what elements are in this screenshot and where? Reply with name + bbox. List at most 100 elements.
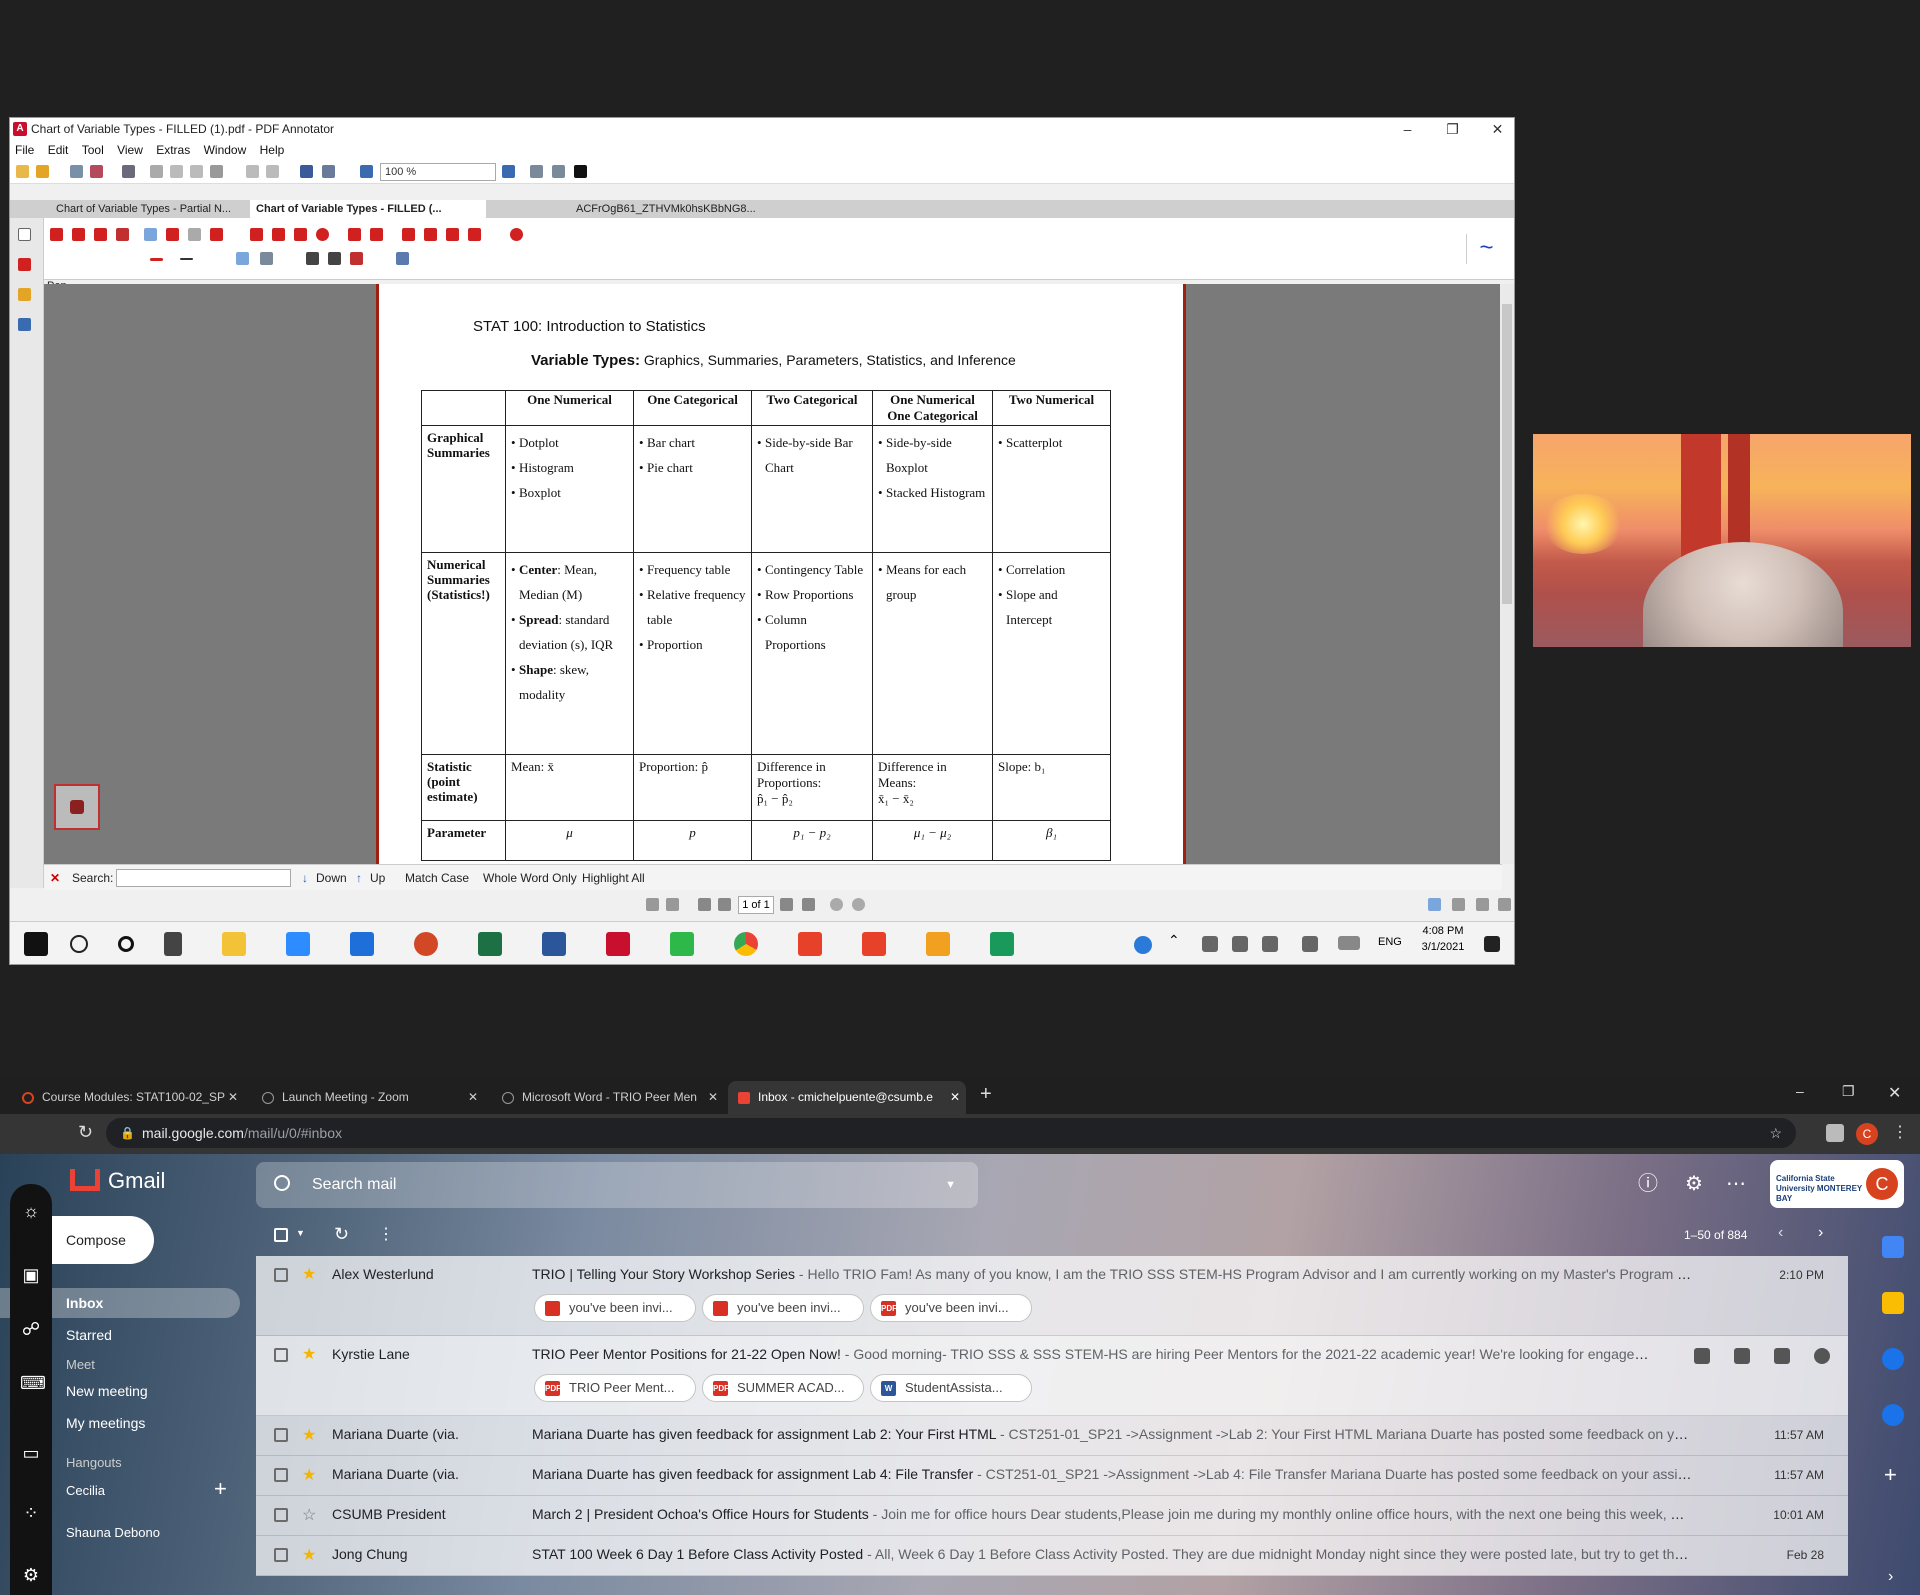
snap-icon[interactable] bbox=[260, 252, 273, 265]
close-window-button[interactable]: ✕ bbox=[1475, 118, 1514, 140]
star-icon[interactable]: ★ bbox=[302, 1465, 316, 1485]
chrome-tab[interactable]: Launch Meeting - Zoom ✕ bbox=[252, 1081, 484, 1114]
image-icon[interactable] bbox=[188, 228, 201, 241]
page-layout-icon[interactable] bbox=[322, 165, 335, 178]
single-page-view-icon[interactable] bbox=[1428, 898, 1441, 911]
annotations-panel-icon[interactable] bbox=[18, 258, 31, 271]
close-search-icon[interactable]: ✕ bbox=[50, 865, 60, 891]
link-icon[interactable]: ☍ bbox=[20, 1318, 42, 1340]
chrome-tab[interactable]: Microsoft Word - TRIO Peer Men ✕ bbox=[492, 1081, 724, 1114]
google-apps-icon[interactable]: ⋯ bbox=[1724, 1172, 1748, 1196]
attachment-chip[interactable]: you've been invi... bbox=[702, 1294, 864, 1322]
ruler-icon[interactable] bbox=[446, 228, 459, 241]
settings-gear-icon[interactable]: ⚙ bbox=[1682, 1172, 1706, 1196]
menu-extras[interactable]: Extras bbox=[156, 143, 190, 157]
search-up-button[interactable]: Up bbox=[370, 865, 385, 891]
pages-panel-icon[interactable] bbox=[18, 228, 31, 241]
tab-acfr[interactable]: ACFrOgB61_ZTHVMk0hsKBbNG8... bbox=[570, 200, 800, 218]
undo-icon[interactable] bbox=[246, 165, 259, 178]
search-icon[interactable] bbox=[274, 1175, 290, 1191]
page-indicator[interactable]: 1 of 1 bbox=[738, 896, 774, 914]
arrow-icon[interactable] bbox=[272, 228, 285, 241]
camera-icon[interactable] bbox=[402, 228, 415, 241]
email-row[interactable]: ★ Alex Westerlund TRIO | Telling Your St… bbox=[256, 1256, 1848, 1336]
network-tray-icon[interactable] bbox=[1202, 936, 1218, 952]
email-row[interactable]: ★ Kyrstie Lane TRIO Peer Mentor Position… bbox=[256, 1336, 1848, 1416]
attachment-chip[interactable]: W StudentAssista... bbox=[870, 1374, 1032, 1402]
copy-icon[interactable] bbox=[170, 165, 183, 178]
email-checkbox[interactable] bbox=[274, 1508, 288, 1522]
archive-icon[interactable] bbox=[1694, 1348, 1710, 1364]
menu-window[interactable]: Window bbox=[204, 143, 247, 157]
email-row[interactable]: ★ Jong Chung STAT 100 Week 6 Day 1 Befor… bbox=[256, 1536, 1848, 1576]
crop-icon[interactable] bbox=[424, 228, 437, 241]
extensions-icon[interactable] bbox=[1826, 1124, 1844, 1142]
prev-page-icon[interactable] bbox=[666, 898, 679, 911]
close-tab-icon[interactable]: ✕ bbox=[228, 1081, 238, 1114]
floating-tool-button[interactable] bbox=[54, 784, 100, 830]
search-mail-input[interactable]: Search mail ▼ bbox=[256, 1162, 978, 1208]
document-viewport[interactable]: STAT 100: Introduction to Statistics Var… bbox=[44, 284, 1502, 864]
taskbar-clock[interactable]: 4:08 PM 3/1/2021 bbox=[1418, 925, 1468, 953]
share-app-icon[interactable] bbox=[990, 932, 1014, 956]
chrome-profile-avatar[interactable]: C bbox=[1856, 1123, 1878, 1145]
email-row[interactable]: ☆ CSUMB President March 2 | President Oc… bbox=[256, 1496, 1848, 1536]
scroll-thumb[interactable] bbox=[1502, 304, 1512, 604]
hand-icon[interactable] bbox=[94, 228, 107, 241]
smooth-line-icon[interactable] bbox=[236, 252, 249, 265]
next-icon[interactable] bbox=[780, 898, 793, 911]
select-menu-icon[interactable]: ▼ bbox=[296, 1228, 305, 1238]
star-icon[interactable]: ★ bbox=[302, 1264, 316, 1284]
pen-color-icon[interactable] bbox=[150, 258, 163, 261]
last-icon[interactable] bbox=[802, 898, 815, 911]
account-badge[interactable]: California State University MONTEREY BAY… bbox=[1770, 1160, 1904, 1208]
help-icon[interactable]: ⓘ bbox=[1636, 1172, 1660, 1196]
chrome-menu-icon[interactable]: ⋮ bbox=[1892, 1122, 1908, 1142]
menu-tool[interactable]: Tool bbox=[82, 143, 104, 157]
line-icon[interactable] bbox=[250, 228, 263, 241]
select-arrow-icon[interactable] bbox=[50, 228, 63, 241]
windows-start-icon[interactable] bbox=[24, 932, 48, 956]
calendar-icon[interactable] bbox=[1882, 1236, 1904, 1258]
close-tab-icon[interactable]: ✕ bbox=[950, 1081, 960, 1114]
insert-icon[interactable] bbox=[468, 228, 481, 241]
star-icon[interactable]: ★ bbox=[302, 1545, 316, 1565]
email-checkbox[interactable] bbox=[274, 1548, 288, 1562]
pen-tray-icon[interactable] bbox=[1302, 936, 1318, 952]
history-forward-icon[interactable] bbox=[852, 898, 865, 911]
show-hidden-icons[interactable]: ⌃ bbox=[1168, 932, 1180, 949]
expand-panel-icon[interactable]: › bbox=[1888, 1568, 1893, 1586]
strike-icon[interactable] bbox=[350, 252, 363, 265]
search-options-icon[interactable]: ▼ bbox=[945, 1162, 956, 1208]
snooze-icon[interactable] bbox=[1814, 1348, 1830, 1364]
settings-icon[interactable]: ⚙ bbox=[20, 1564, 42, 1586]
email-checkbox[interactable] bbox=[274, 1348, 288, 1362]
zoom-out-icon[interactable] bbox=[360, 165, 373, 178]
volume-tray-icon[interactable] bbox=[1262, 936, 1278, 952]
zoom-in-icon[interactable] bbox=[502, 165, 515, 178]
get-addons-icon[interactable]: + bbox=[1884, 1462, 1897, 1488]
magnifier-icon[interactable] bbox=[116, 228, 129, 241]
newer-page-icon[interactable]: › bbox=[1818, 1224, 1823, 1242]
fit-width-icon[interactable] bbox=[530, 165, 543, 178]
tab-filled[interactable]: Chart of Variable Types - FILLED (... bbox=[250, 200, 486, 218]
links-panel-icon[interactable] bbox=[18, 318, 31, 331]
email-row[interactable]: ★ Mariana Duarte (via. Mariana Duarte ha… bbox=[256, 1456, 1848, 1496]
menu-help[interactable]: Help bbox=[260, 143, 285, 157]
select-all-checkbox[interactable] bbox=[274, 1228, 288, 1242]
new-tab-button[interactable]: + bbox=[980, 1083, 992, 1106]
close-tab-icon[interactable]: ✕ bbox=[708, 1081, 718, 1114]
menu-view[interactable]: View bbox=[117, 143, 143, 157]
ellipse-icon[interactable] bbox=[316, 228, 329, 241]
chrome-restore-button[interactable]: ❐ bbox=[1842, 1083, 1855, 1100]
delete-icon[interactable] bbox=[210, 165, 223, 178]
keyboard-icon[interactable]: ⌨ bbox=[20, 1372, 46, 1394]
whole-word-toggle[interactable]: Whole Word Only bbox=[483, 865, 577, 891]
delete-icon[interactable] bbox=[1734, 1348, 1750, 1364]
favorites-heart-icon[interactable] bbox=[510, 228, 523, 241]
word-icon[interactable] bbox=[542, 932, 566, 956]
menu-file[interactable]: File bbox=[15, 143, 34, 157]
pen-tool-icon[interactable] bbox=[144, 228, 157, 241]
refresh-icon[interactable]: ↻ bbox=[334, 1224, 349, 1245]
camtasia-icon[interactable] bbox=[670, 932, 694, 956]
